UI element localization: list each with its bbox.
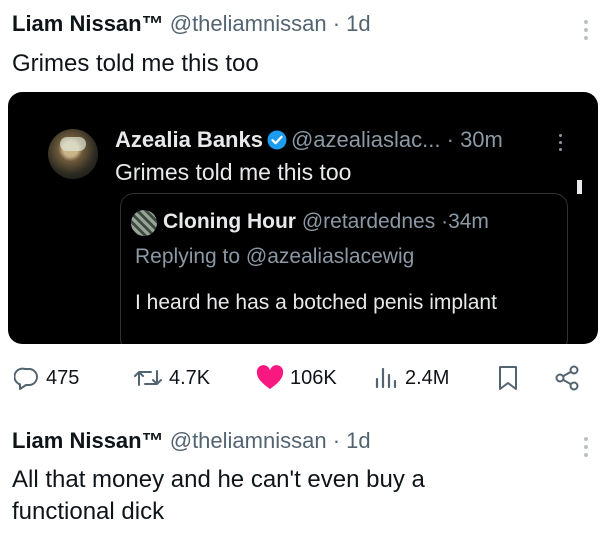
quoted-handle: @retardednes [301, 210, 436, 233]
embedded-screenshot[interactable]: Azealia Banks @azealiaslac... · 30m Grime… [8, 92, 598, 344]
screenshot-separator: · [446, 127, 454, 152]
post-2-time[interactable]: 1d [346, 428, 370, 453]
views-button[interactable]: 2.4M [373, 358, 449, 398]
like-icon [256, 365, 284, 389]
post-2-author-name[interactable]: Liam Nissan™ [12, 428, 164, 453]
like-button[interactable]: 106K [256, 358, 337, 398]
screenshot-header: Azealia Banks @azealiaslac... · 30m [115, 126, 503, 157]
bookmark-button[interactable] [496, 358, 526, 398]
quoted-post: Cloning Hour @retardednes ·34m Replying … [120, 193, 568, 344]
action-bar: 475 4.7K 106K 2.4M [0, 358, 607, 398]
repost-icon [134, 370, 162, 386]
post-1-more-icon[interactable] [583, 20, 589, 44]
quoted-replying-to: Replying to @azealiaslacewig [135, 245, 415, 268]
post-2-separator: · [332, 428, 341, 453]
repost-count: 4.7K [169, 366, 211, 389]
quoted-avatar [131, 210, 157, 236]
screenshot-scrollbar [577, 180, 582, 194]
quoted-time: 34m [448, 210, 489, 233]
reply-count: 475 [46, 366, 80, 389]
screenshot-avatar [48, 129, 98, 179]
post-2-text: All that money and he can't even buy a f… [12, 466, 425, 525]
reply-button[interactable]: 475 [14, 358, 79, 398]
reply-icon [14, 367, 38, 390]
share-button[interactable] [553, 358, 587, 398]
screenshot-more-icon [559, 134, 562, 155]
quoted-text: I heard he has a botched penis implant [135, 291, 497, 314]
post-1-header: Liam Nissan™ @theliamnissan · 1d [12, 10, 371, 38]
post-2-handle[interactable]: @theliamnissan [170, 428, 327, 453]
post-1-author-name[interactable]: Liam Nissan™ [12, 11, 164, 36]
repost-button[interactable]: 4.7K [133, 358, 210, 398]
post-1-time[interactable]: 1d [346, 11, 370, 36]
quoted-author-name: Cloning Hour [163, 210, 296, 233]
post-1-handle[interactable]: @theliamnissan [170, 11, 327, 36]
share-icon [555, 365, 579, 391]
screenshot-author-name: Azealia Banks [115, 127, 263, 152]
verified-icon [267, 129, 287, 157]
screenshot-handle: @azealiaslac... [290, 127, 441, 152]
like-count: 106K [290, 366, 337, 389]
post-2-more-icon[interactable] [583, 437, 589, 461]
views-count: 2.4M [405, 366, 450, 389]
quoted-header: Cloning Hour @retardednes ·34m [163, 208, 489, 236]
views-icon [375, 367, 397, 389]
screenshot-text: Grimes told me this too [115, 159, 352, 185]
post-1-separator: · [332, 11, 341, 36]
post-2-header: Liam Nissan™ @theliamnissan · 1d [12, 427, 371, 455]
bookmark-icon [499, 366, 517, 390]
post-1-text: Grimes told me this too [12, 50, 259, 77]
screenshot-time: 30m [460, 127, 503, 152]
